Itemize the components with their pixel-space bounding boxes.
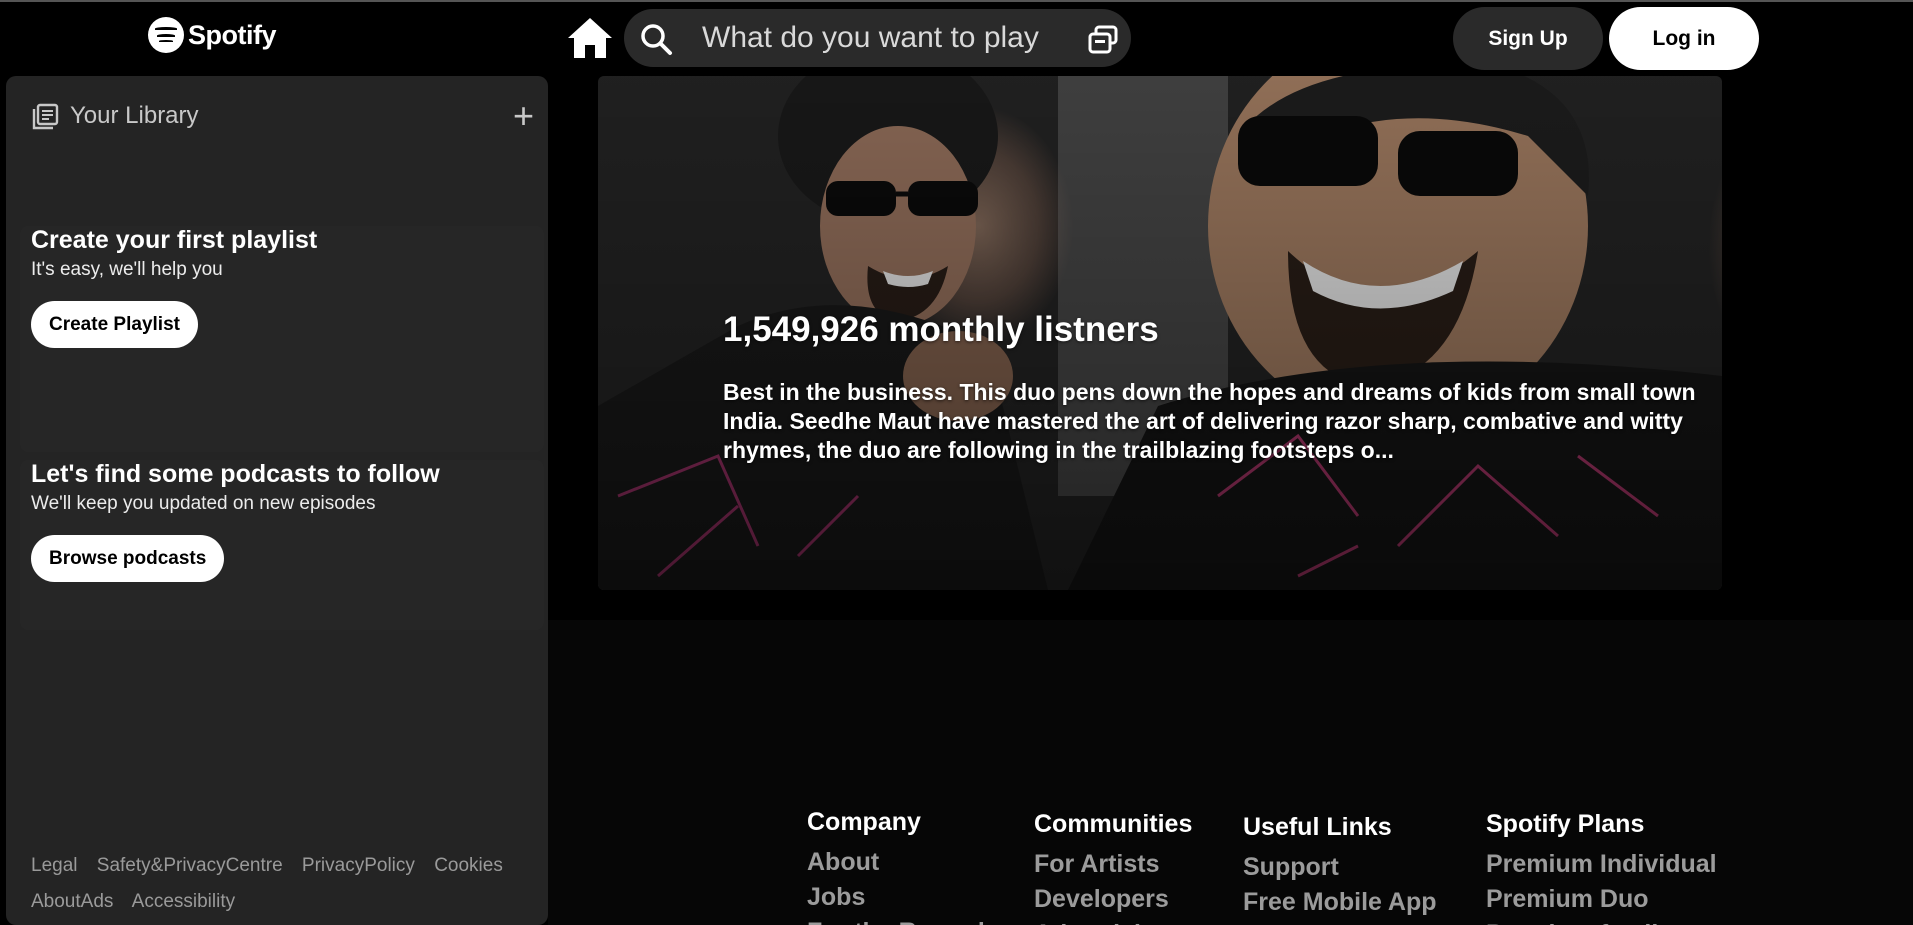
footer-heading: Spotify Plans [1486, 810, 1645, 838]
browse-podcasts-card: Let's find some podcasts to follow We'll… [20, 460, 544, 630]
footer-link-premium-duo[interactable]: Premium Duo [1486, 882, 1717, 917]
about-ads-link[interactable]: AboutAds [31, 891, 113, 912]
footer-link-about[interactable]: About [807, 845, 985, 880]
create-playlist-subtitle: It's easy, we'll help you [31, 259, 223, 280]
footer-heading: Company [807, 808, 921, 836]
footer-link-jobs[interactable]: Jobs [807, 880, 985, 915]
create-playlist-button[interactable]: Create Playlist [31, 301, 198, 348]
search-icon[interactable] [639, 22, 673, 56]
log-in-button[interactable]: Log in [1609, 7, 1759, 70]
sign-up-button[interactable]: Sign Up [1453, 7, 1603, 70]
footer-heading: Communities [1034, 810, 1193, 838]
browse-podcasts-button[interactable]: Browse podcasts [31, 535, 225, 582]
artist-bio: Best in the business. This duo pens down… [723, 379, 1696, 463]
create-playlist-card: Create your first playlist It's easy, we… [20, 226, 544, 452]
library-icon [32, 103, 59, 130]
library-sidebar: Your Library + Create your first playlis… [6, 76, 548, 925]
footer-heading: Useful Links [1243, 813, 1392, 841]
top-bar: Spotify Sign Up Log in [0, 0, 1913, 74]
footer-link-for-artists[interactable]: For Artists [1034, 847, 1192, 882]
footer-link-for-the-record[interactable]: For the Record [807, 915, 985, 925]
search-bar[interactable] [624, 9, 1131, 67]
create-playlist-title: Create your first playlist [31, 226, 318, 254]
footer-column-company: Company About Jobs For the Record [807, 808, 985, 925]
footer-link-premium-individual[interactable]: Premium Individual [1486, 847, 1717, 882]
footer: Company About Jobs For the Record Commun… [548, 620, 1913, 925]
browse-podcasts-subtitle: We'll keep you updated on new episodes [31, 493, 376, 514]
artist-about-card[interactable]: 1,549,926 monthly listners Best in the b… [598, 76, 1722, 590]
privacy-policy-link[interactable]: PrivacyPolicy [302, 855, 415, 876]
browse-podcasts-title: Let's find some podcasts to follow [31, 460, 440, 488]
safety-privacy-centre-link[interactable]: Safety&PrivacyCentre [97, 855, 283, 876]
create-library-item-button[interactable]: + [513, 98, 534, 134]
footer-link-advertising[interactable]: Advertising [1034, 917, 1192, 925]
search-input[interactable] [702, 17, 1082, 59]
brand-name: Spotify [188, 19, 277, 50]
accessibility-link[interactable]: Accessibility [132, 891, 235, 912]
footer-link-support[interactable]: Support [1243, 850, 1437, 885]
home-icon [568, 18, 612, 58]
footer-link-developers[interactable]: Developers [1034, 882, 1192, 917]
footer-link-free-mobile-app[interactable]: Free Mobile App [1243, 885, 1437, 920]
monthly-listeners: 1,549,926 monthly listners [723, 310, 1159, 349]
library-title: Your Library [70, 102, 199, 129]
spotify-logo-icon [148, 17, 184, 53]
browse-icon[interactable] [1087, 25, 1119, 55]
legal-link[interactable]: Legal [31, 855, 78, 876]
home-button[interactable] [566, 16, 614, 60]
cookies-link[interactable]: Cookies [434, 855, 503, 876]
footer-column-spotify-plans: Spotify Plans Premium Individual Premium… [1486, 810, 1717, 925]
your-library-header[interactable]: Your Library [32, 102, 199, 130]
spotify-logo[interactable]: Spotify [148, 17, 277, 53]
footer-link-premium-family[interactable]: Premium family [1486, 917, 1717, 925]
footer-column-communities: Communities For Artists Developers Adver… [1034, 810, 1192, 925]
legal-links: Legal Safety&PrivacyCentre PrivacyPolicy… [31, 848, 541, 920]
footer-column-useful-links: Useful Links Support Free Mobile App [1243, 813, 1437, 920]
